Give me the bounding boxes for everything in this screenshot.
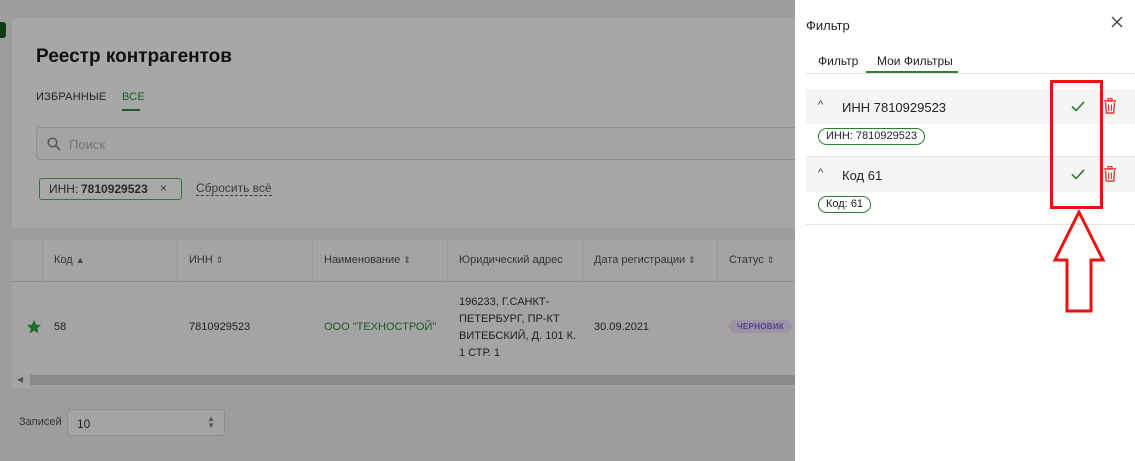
column-header-inn[interactable]: ИНН ⇕ bbox=[189, 254, 223, 266]
tab-my-filters[interactable]: Мои Фильтры bbox=[877, 54, 953, 68]
saved-filter-title: Код 61 bbox=[842, 168, 883, 183]
scrollbar-thumb[interactable] bbox=[30, 375, 812, 385]
records-per-page-value: 10 bbox=[77, 417, 91, 431]
select-caret-icon: ▲ ▼ bbox=[207, 414, 215, 430]
table-header: Код ▲ ИНН ⇕ Наименование ⇕ Юридический адре… bbox=[12, 240, 812, 282]
search-field[interactable] bbox=[36, 127, 806, 160]
column-divider bbox=[582, 240, 583, 282]
trash-icon[interactable] bbox=[1103, 98, 1117, 114]
search-input[interactable] bbox=[69, 137, 369, 152]
tab-favorites[interactable]: ИЗБРАННЫЕ bbox=[36, 91, 106, 103]
chip-close-icon[interactable]: × bbox=[160, 181, 167, 195]
sort-icon[interactable]: ⇕ bbox=[767, 255, 775, 265]
column-header-code[interactable]: Код ▲ bbox=[54, 254, 85, 266]
table-row[interactable]: 58 7810929523 ООО "ТЕХНОСТРОЙ" 196233, Г… bbox=[12, 283, 812, 371]
annotation-highlight-box bbox=[1050, 80, 1103, 209]
column-divider bbox=[177, 240, 178, 282]
cell-address: 196233, Г.САНКТ-ПЕТЕРБУРГ, ПР-КТ ВИТЕБСК… bbox=[459, 296, 577, 359]
column-divider bbox=[312, 240, 313, 282]
column-header-status[interactable]: Статус ⇕ bbox=[729, 254, 774, 266]
column-divider bbox=[717, 240, 718, 282]
chevron-up-icon[interactable]: ^ bbox=[818, 99, 823, 111]
tabs-divider bbox=[806, 73, 1135, 74]
trash-icon[interactable] bbox=[1103, 166, 1117, 182]
scroll-left-icon[interactable]: ◀ bbox=[17, 375, 23, 384]
saved-filter-tag: Код: 61 bbox=[818, 196, 872, 213]
sort-icon[interactable]: ⇕ bbox=[403, 255, 411, 265]
close-icon[interactable] bbox=[1110, 15, 1124, 29]
sidebar-toggle[interactable] bbox=[0, 22, 6, 38]
sort-icon[interactable]: ⇕ bbox=[216, 255, 224, 265]
sort-asc-icon[interactable]: ▲ bbox=[76, 255, 85, 265]
page-title: Реестр контрагентов bbox=[36, 46, 232, 67]
cell-code: 58 bbox=[54, 321, 67, 333]
column-header-name[interactable]: Наименование ⇕ bbox=[324, 254, 411, 266]
active-filter-chip: ИНН: 7810929523 × bbox=[39, 178, 182, 200]
column-header-date[interactable]: Дата регистрации ⇕ bbox=[594, 254, 696, 266]
cell-name-link[interactable]: ООО "ТЕХНОСТРОЙ" bbox=[324, 321, 436, 333]
records-per-page-label: Записей bbox=[19, 416, 62, 428]
saved-filter-tag: ИНН: 7810929523 bbox=[818, 128, 926, 145]
horizontal-scrollbar[interactable]: ◀ bbox=[12, 374, 812, 386]
chip-value: 7810929523 bbox=[81, 182, 148, 196]
records-per-page-select[interactable]: 10 ▲ ▼ bbox=[67, 409, 225, 436]
cell-date: 30.09.2021 bbox=[594, 321, 650, 333]
saved-filter-title: ИНН 7810929523 bbox=[842, 100, 947, 115]
chevron-up-icon[interactable]: ^ bbox=[818, 167, 823, 179]
column-divider bbox=[447, 240, 448, 282]
registry-table: Код ▲ ИНН ⇕ Наименование ⇕ Юридический адре… bbox=[12, 240, 812, 388]
search-icon bbox=[47, 137, 61, 151]
cell-inn: 7810929523 bbox=[189, 321, 251, 333]
column-divider bbox=[42, 240, 43, 282]
tab-filter[interactable]: Фильтр bbox=[818, 54, 858, 68]
drawer-title: Фильтр bbox=[806, 18, 850, 33]
tab-active-underline bbox=[122, 109, 140, 111]
column-header-address: Юридический адрес bbox=[459, 254, 563, 266]
tab-all[interactable]: ВСЕ bbox=[122, 91, 145, 103]
sort-icon[interactable]: ⇕ bbox=[688, 255, 696, 265]
background-page: Реестр контрагентов ИЗБРАННЫЕ ВСЕ ИНН: 7… bbox=[0, 0, 812, 461]
annotation-up-arrow-icon bbox=[1052, 210, 1106, 313]
reset-all-link[interactable]: Сбросить всё bbox=[196, 181, 272, 196]
chip-prefix: ИНН: bbox=[49, 182, 79, 196]
status-badge: ЧЕРНОВИК bbox=[729, 320, 793, 333]
star-icon[interactable] bbox=[26, 319, 42, 335]
